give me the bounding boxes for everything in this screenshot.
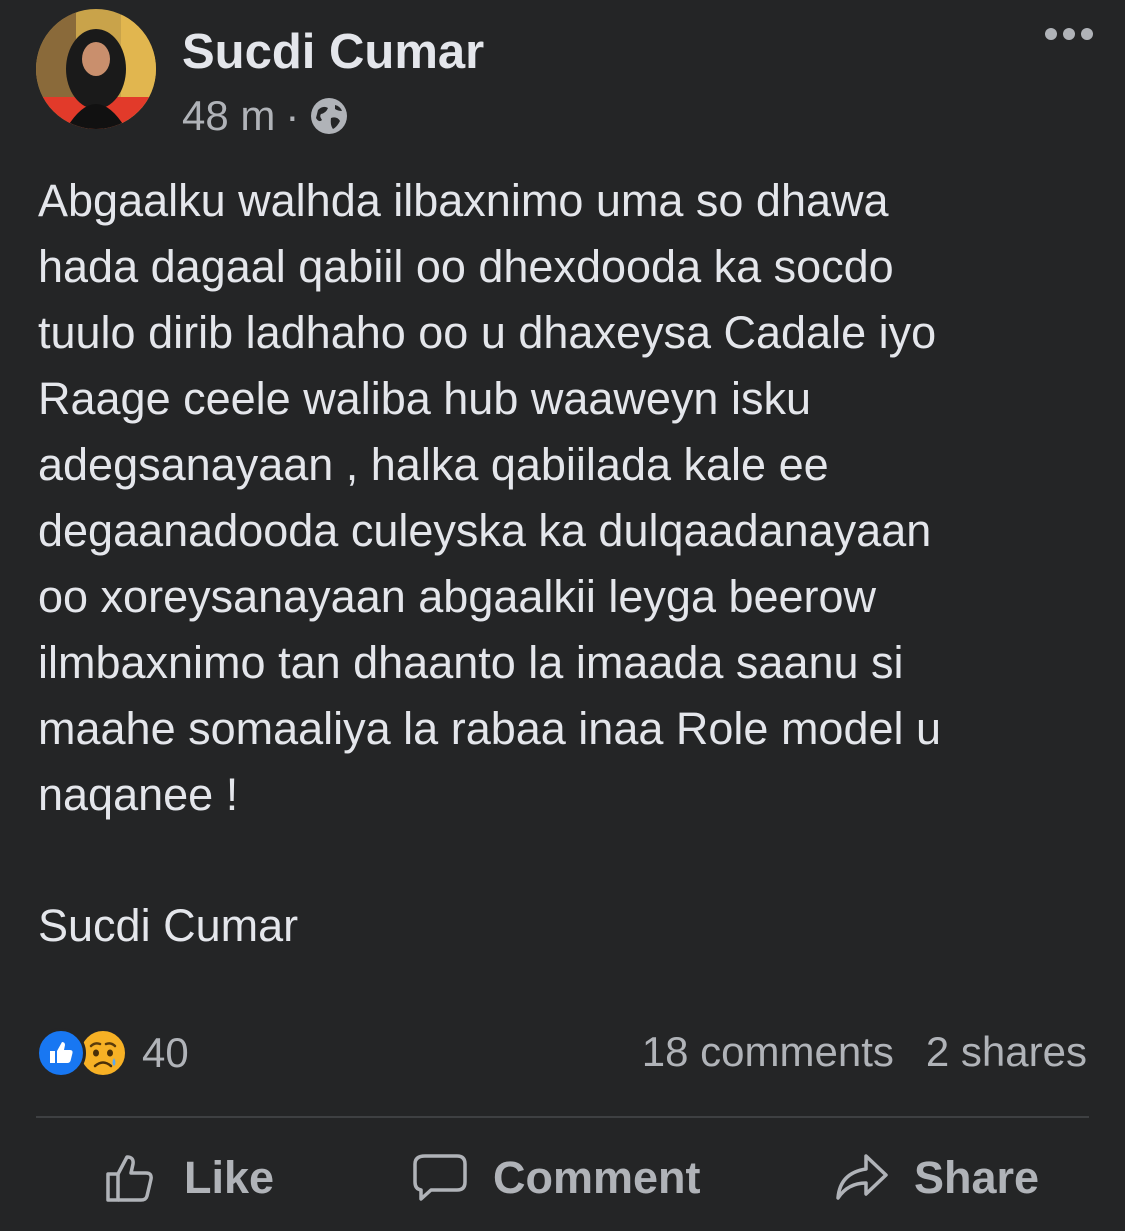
like-label: Like (184, 1152, 275, 1203)
post-line: naqanee ! (38, 769, 239, 820)
post-signature: Sucdi Cumar (38, 900, 299, 951)
reactions-summary[interactable]: 40 (36, 1028, 189, 1078)
shares-count[interactable]: 2 shares (926, 1028, 1087, 1076)
share-label: Share (914, 1152, 1040, 1203)
comment-label: Comment (493, 1152, 701, 1203)
post-line: oo xoreysanayaan abgaalkii leyga beerow (38, 571, 877, 622)
post-line: adegsanayaan , halka qabiilada kale ee (38, 439, 829, 490)
avatar[interactable] (36, 9, 156, 129)
post-line: maahe somaaliya la rabaa inaa Role model… (38, 703, 942, 754)
divider (36, 1116, 1089, 1118)
post-time[interactable]: 48 m (182, 92, 275, 140)
share-arrow-icon (836, 1154, 888, 1200)
post-line: tuulo dirib ladhaho oo u dhaxeysa Cadale… (38, 307, 937, 358)
post-body: Abgaalku walhda ilbaxnimo uma so dhawa h… (38, 168, 1098, 828)
share-button[interactable]: Share (834, 1150, 1039, 1206)
meta-separator: · (285, 92, 300, 139)
thumbs-up-icon (106, 1155, 153, 1202)
like-button[interactable]: Like (104, 1150, 274, 1206)
reaction-count: 40 (142, 1029, 189, 1076)
post-line: degaanadooda culeyska ka dulqaadanayaan (38, 505, 932, 556)
avatar-photo (36, 9, 156, 129)
more-options-icon[interactable] (1045, 28, 1093, 40)
post-line: ilmbaxnimo tan dhaanto la imaada saanu s… (38, 637, 904, 688)
post-line: Abgaalku walhda ilbaxnimo uma so dhawa (38, 175, 889, 226)
post-meta: 48 m · (182, 92, 349, 140)
engagement-counts: 18 comments 2 shares (642, 1028, 1087, 1076)
comments-count[interactable]: 18 comments (642, 1028, 894, 1076)
comment-button[interactable]: Comment (413, 1150, 701, 1206)
author-name[interactable]: Sucdi Cumar (182, 24, 484, 80)
globe-icon[interactable] (309, 96, 349, 136)
like-icon (36, 1028, 86, 1078)
post-line: Raage ceele waliba hub waaweyn isku (38, 373, 811, 424)
comment-icon (413, 1154, 467, 1201)
post-line: hada dagaal qabiil oo dhexdooda ka socdo (38, 241, 894, 292)
